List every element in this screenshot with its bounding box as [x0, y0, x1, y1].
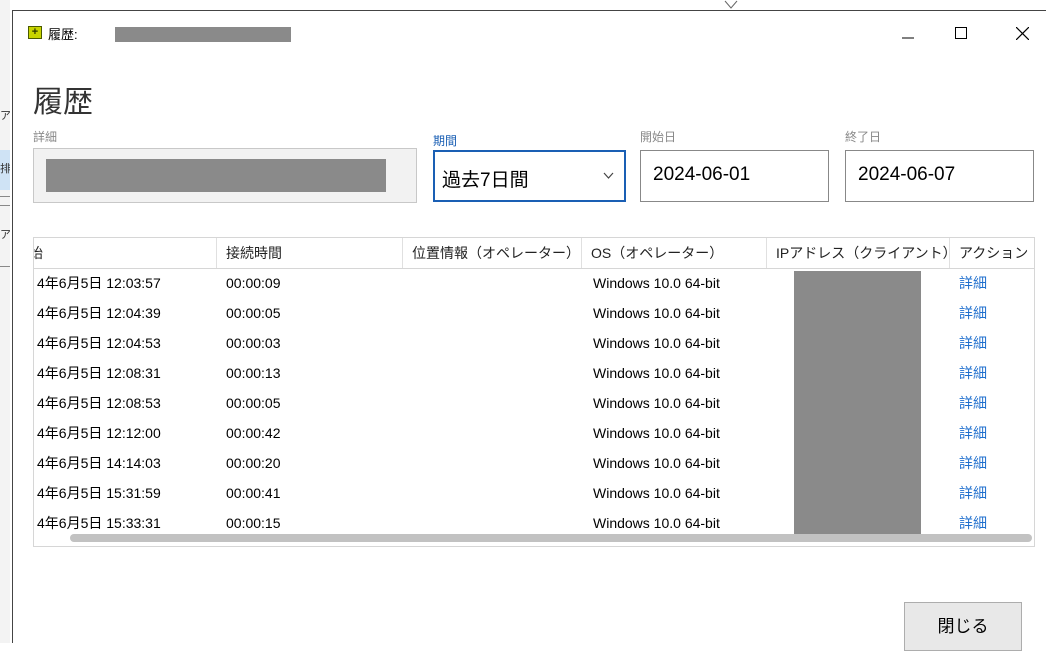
close-icon [1015, 26, 1029, 40]
close-window-button[interactable] [999, 11, 1045, 55]
detail-redaction [46, 159, 386, 192]
background-divider [0, 205, 10, 206]
cell-start-time: 4年6月5日 14:14:03 [37, 455, 161, 471]
end-date-field[interactable]: 2024-06-07 [845, 150, 1034, 202]
background-text-fragment: 排 [0, 163, 10, 175]
column-header-start[interactable]: 始 [34, 238, 43, 268]
cell-duration: 00:00:09 [226, 275, 281, 291]
column-header-os[interactable]: OS（オペレーター） [591, 238, 723, 268]
table-header: 始 接続時間 位置情報（オペレーター） OS（オペレーター） IPアドレス（クラ… [34, 238, 1034, 269]
background-text-fragment: ア [0, 110, 10, 122]
cell-start-time: 4年6月5日 12:08:53 [37, 395, 161, 411]
cell-duration: 00:00:42 [226, 425, 281, 441]
cell-start-time: 4年6月5日 12:04:39 [37, 305, 161, 321]
column-divider[interactable] [766, 238, 767, 268]
end-date-label: 終了日 [845, 130, 882, 144]
history-dialog: + 履歴: 履歴 詳細 期間 過去7日間 開始日 2024-06-01 終了日 … [12, 10, 1046, 651]
cell-os: Windows 10.0 64-bit [593, 485, 720, 501]
cell-os: Windows 10.0 64-bit [593, 425, 720, 441]
cell-os: Windows 10.0 64-bit [593, 455, 720, 471]
background-text-fragment: ア [0, 229, 10, 241]
detail-link[interactable]: 詳細 [959, 388, 987, 418]
minimize-button[interactable] [885, 11, 931, 55]
column-header-ip[interactable]: IPアドレス（クライアント） [776, 238, 957, 268]
detail-field[interactable] [33, 148, 417, 203]
start-date-label: 開始日 [640, 130, 677, 144]
cell-start-time: 4年6月5日 12:12:00 [37, 425, 161, 441]
start-date-value: 2024-06-01 [653, 164, 751, 185]
end-date-value: 2024-06-07 [858, 164, 956, 185]
column-divider[interactable] [402, 238, 403, 268]
cell-duration: 00:00:41 [226, 485, 281, 501]
cell-duration: 00:00:05 [226, 395, 281, 411]
column-header-duration[interactable]: 接続時間 [226, 238, 282, 268]
column-header-action[interactable]: アクション [959, 238, 1028, 268]
background-app-strip: ア 排 ア [0, 0, 10, 643]
detail-link[interactable]: 詳細 [959, 478, 987, 508]
start-date-field[interactable]: 2024-06-01 [640, 150, 829, 202]
cell-os: Windows 10.0 64-bit [593, 335, 720, 351]
cell-os: Windows 10.0 64-bit [593, 395, 720, 411]
cell-start-time: 4年6月5日 15:31:59 [37, 485, 161, 501]
cell-start-time: 4年6月5日 12:08:31 [37, 365, 161, 381]
cell-os: Windows 10.0 64-bit [593, 305, 720, 321]
title-redaction [115, 27, 291, 42]
background-divider [0, 196, 10, 197]
close-button[interactable]: 閉じる [904, 602, 1022, 651]
cell-duration: 00:00:05 [226, 305, 281, 321]
period-label: 期間 [433, 134, 458, 148]
detail-link[interactable]: 詳細 [959, 328, 987, 358]
detail-link[interactable]: 詳細 [959, 448, 987, 478]
background-divider [0, 266, 10, 267]
detail-link[interactable]: 詳細 [959, 358, 987, 388]
column-header-location[interactable]: 位置情報（オペレーター） [412, 238, 580, 268]
horizontal-scrollbar[interactable] [70, 534, 1032, 542]
column-divider[interactable] [216, 238, 217, 268]
minimize-icon [902, 37, 914, 39]
maximize-button[interactable] [938, 11, 984, 55]
monitor-plus-icon: + [28, 26, 42, 39]
title-bar[interactable]: + 履歴: [13, 11, 1046, 55]
caret-icon [724, 0, 738, 9]
page-title: 履歴 [33, 86, 93, 119]
cell-duration: 00:00:20 [226, 455, 281, 471]
period-select[interactable]: 過去7日間 [433, 150, 626, 202]
chevron-down-icon [603, 172, 614, 179]
maximize-icon [955, 27, 967, 39]
cell-duration: 00:00:03 [226, 335, 281, 351]
window-title: 履歴: [48, 27, 78, 42]
cell-duration: 00:00:13 [226, 365, 281, 381]
history-table[interactable]: 始 接続時間 位置情報（オペレーター） OS（オペレーター） IPアドレス（クラ… [33, 237, 1035, 547]
detail-link[interactable]: 詳細 [959, 268, 987, 298]
cell-start-time: 4年6月5日 12:03:57 [37, 275, 161, 291]
period-select-value: 過去7日間 [442, 170, 529, 191]
detail-link[interactable]: 詳細 [959, 298, 987, 328]
column-divider[interactable] [949, 238, 950, 268]
cell-os: Windows 10.0 64-bit [593, 275, 720, 291]
cell-start-time: 4年6月5日 12:04:53 [37, 335, 161, 351]
detail-label: 詳細 [33, 130, 58, 144]
column-divider[interactable] [581, 238, 582, 268]
cell-os: Windows 10.0 64-bit [593, 365, 720, 381]
ip-address-redaction [794, 271, 921, 541]
detail-link[interactable]: 詳細 [959, 418, 987, 448]
